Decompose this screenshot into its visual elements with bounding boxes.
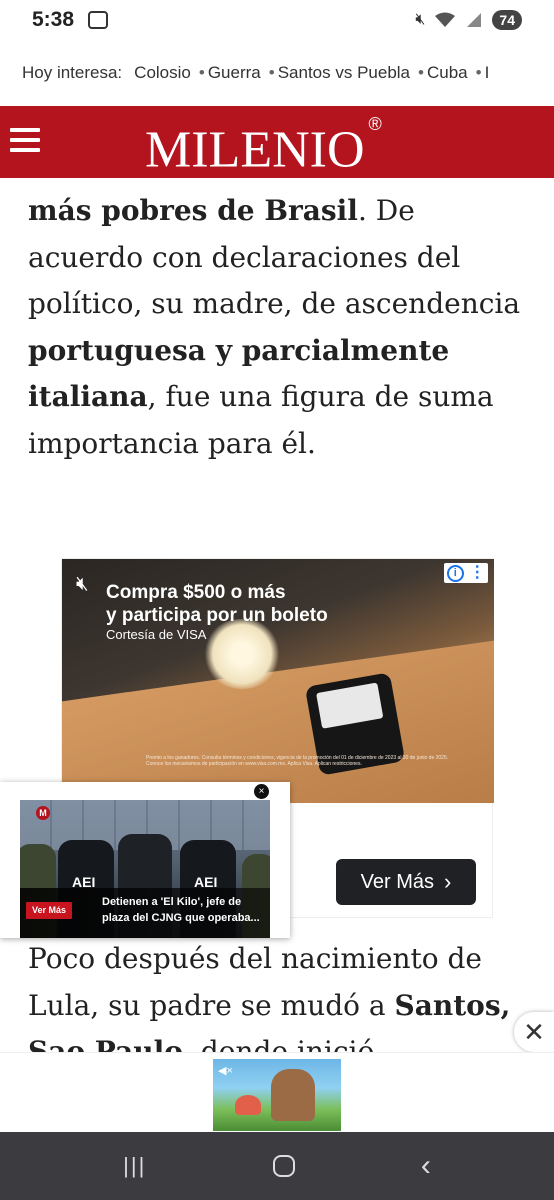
ad-flowers bbox=[202, 619, 282, 689]
hamburger-menu-icon[interactable] bbox=[10, 128, 40, 156]
anchor-ad[interactable]: ◀× bbox=[0, 1052, 554, 1132]
status-icons: 🔇︎ 74 bbox=[415, 10, 522, 30]
milenio-badge-icon: M bbox=[36, 806, 50, 820]
status-bar: 5:38 🔇︎ 74 bbox=[0, 0, 554, 40]
mushroom-figure bbox=[235, 1095, 261, 1115]
registered-mark: ® bbox=[368, 114, 382, 134]
ver-mas-button[interactable]: Ver Más › bbox=[336, 859, 476, 905]
recent-apps-icon[interactable]: ||| bbox=[123, 1153, 146, 1179]
trending-bar: Hoy interesa: Colosio • Guerra • Santos … bbox=[0, 40, 554, 106]
trending-item-cuba[interactable]: Cuba bbox=[427, 63, 468, 83]
trending-item-guerra[interactable]: Guerra bbox=[208, 63, 261, 83]
battery-icon: 74 bbox=[492, 10, 522, 30]
ad-headline: Compra $500 o más y participa por un bol… bbox=[106, 581, 328, 627]
floating-video-player[interactable]: AEI AEI M Ver Más Detienen a 'El Kilo', … bbox=[0, 782, 290, 938]
video-title[interactable]: Detienen a 'El Kilo', jefe de plaza del … bbox=[102, 894, 268, 926]
ad-headline-line1: Compra $500 o más bbox=[106, 582, 286, 603]
ad-subtitle: Cortesía de VISA bbox=[106, 627, 207, 642]
separator-dot: • bbox=[268, 63, 275, 82]
ad-video[interactable]: 🔇︎ Compra $500 o más y participa por un … bbox=[62, 559, 494, 803]
logo-text: MILENIO bbox=[145, 121, 365, 179]
trending-label: Hoy interesa: bbox=[22, 63, 123, 82]
status-time: 5:38 bbox=[32, 8, 75, 31]
system-nav-bar: ||| ‹ bbox=[0, 1132, 554, 1200]
ad-fine-print: Premio a los ganadores. Consulta término… bbox=[146, 755, 449, 767]
signal-icon bbox=[467, 13, 482, 27]
trending-item-next[interactable]: I bbox=[485, 63, 490, 83]
kebab-menu-icon[interactable]: ⋮ bbox=[469, 565, 485, 581]
screen-cast-icon bbox=[88, 11, 109, 29]
separator-dot: • bbox=[418, 63, 424, 82]
separator-dot: • bbox=[198, 63, 205, 82]
float-ver-mas-button[interactable]: Ver Más bbox=[26, 902, 72, 919]
close-icon[interactable]: × bbox=[254, 784, 269, 799]
milenio-logo[interactable]: MILENIO ® bbox=[145, 112, 382, 180]
mute-icon: 🔇︎ bbox=[415, 11, 426, 28]
ver-mas-label: Ver Más bbox=[360, 870, 435, 893]
anchor-ad-video[interactable]: ◀× bbox=[213, 1059, 341, 1131]
ad-headline-line2: y participa por un boleto bbox=[106, 605, 328, 626]
info-icon[interactable]: i bbox=[446, 564, 464, 582]
back-icon[interactable]: ‹ bbox=[421, 1149, 431, 1183]
trending-item-colosio[interactable]: Colosio bbox=[134, 63, 191, 83]
chevron-right-icon: › bbox=[444, 869, 452, 894]
ad-choices[interactable]: i ⋮ bbox=[444, 563, 488, 583]
mute-icon[interactable]: ◀× bbox=[218, 1064, 233, 1077]
close-ad-icon[interactable]: ✕ bbox=[514, 1012, 554, 1052]
separator-dot: • bbox=[475, 63, 482, 82]
mute-icon[interactable]: 🔇︎ bbox=[76, 573, 89, 596]
trending-item-santos-vs-puebla[interactable]: Santos vs Puebla bbox=[278, 63, 410, 83]
wifi-icon bbox=[435, 12, 456, 27]
article-paragraph: más pobres de Brasil. De acuerdo con dec… bbox=[28, 188, 528, 467]
dinosaur-figure bbox=[271, 1069, 315, 1121]
site-header: MILENIO ® bbox=[0, 106, 554, 178]
home-icon[interactable] bbox=[272, 1155, 295, 1177]
bold-text: más pobres de Brasil bbox=[28, 194, 358, 227]
